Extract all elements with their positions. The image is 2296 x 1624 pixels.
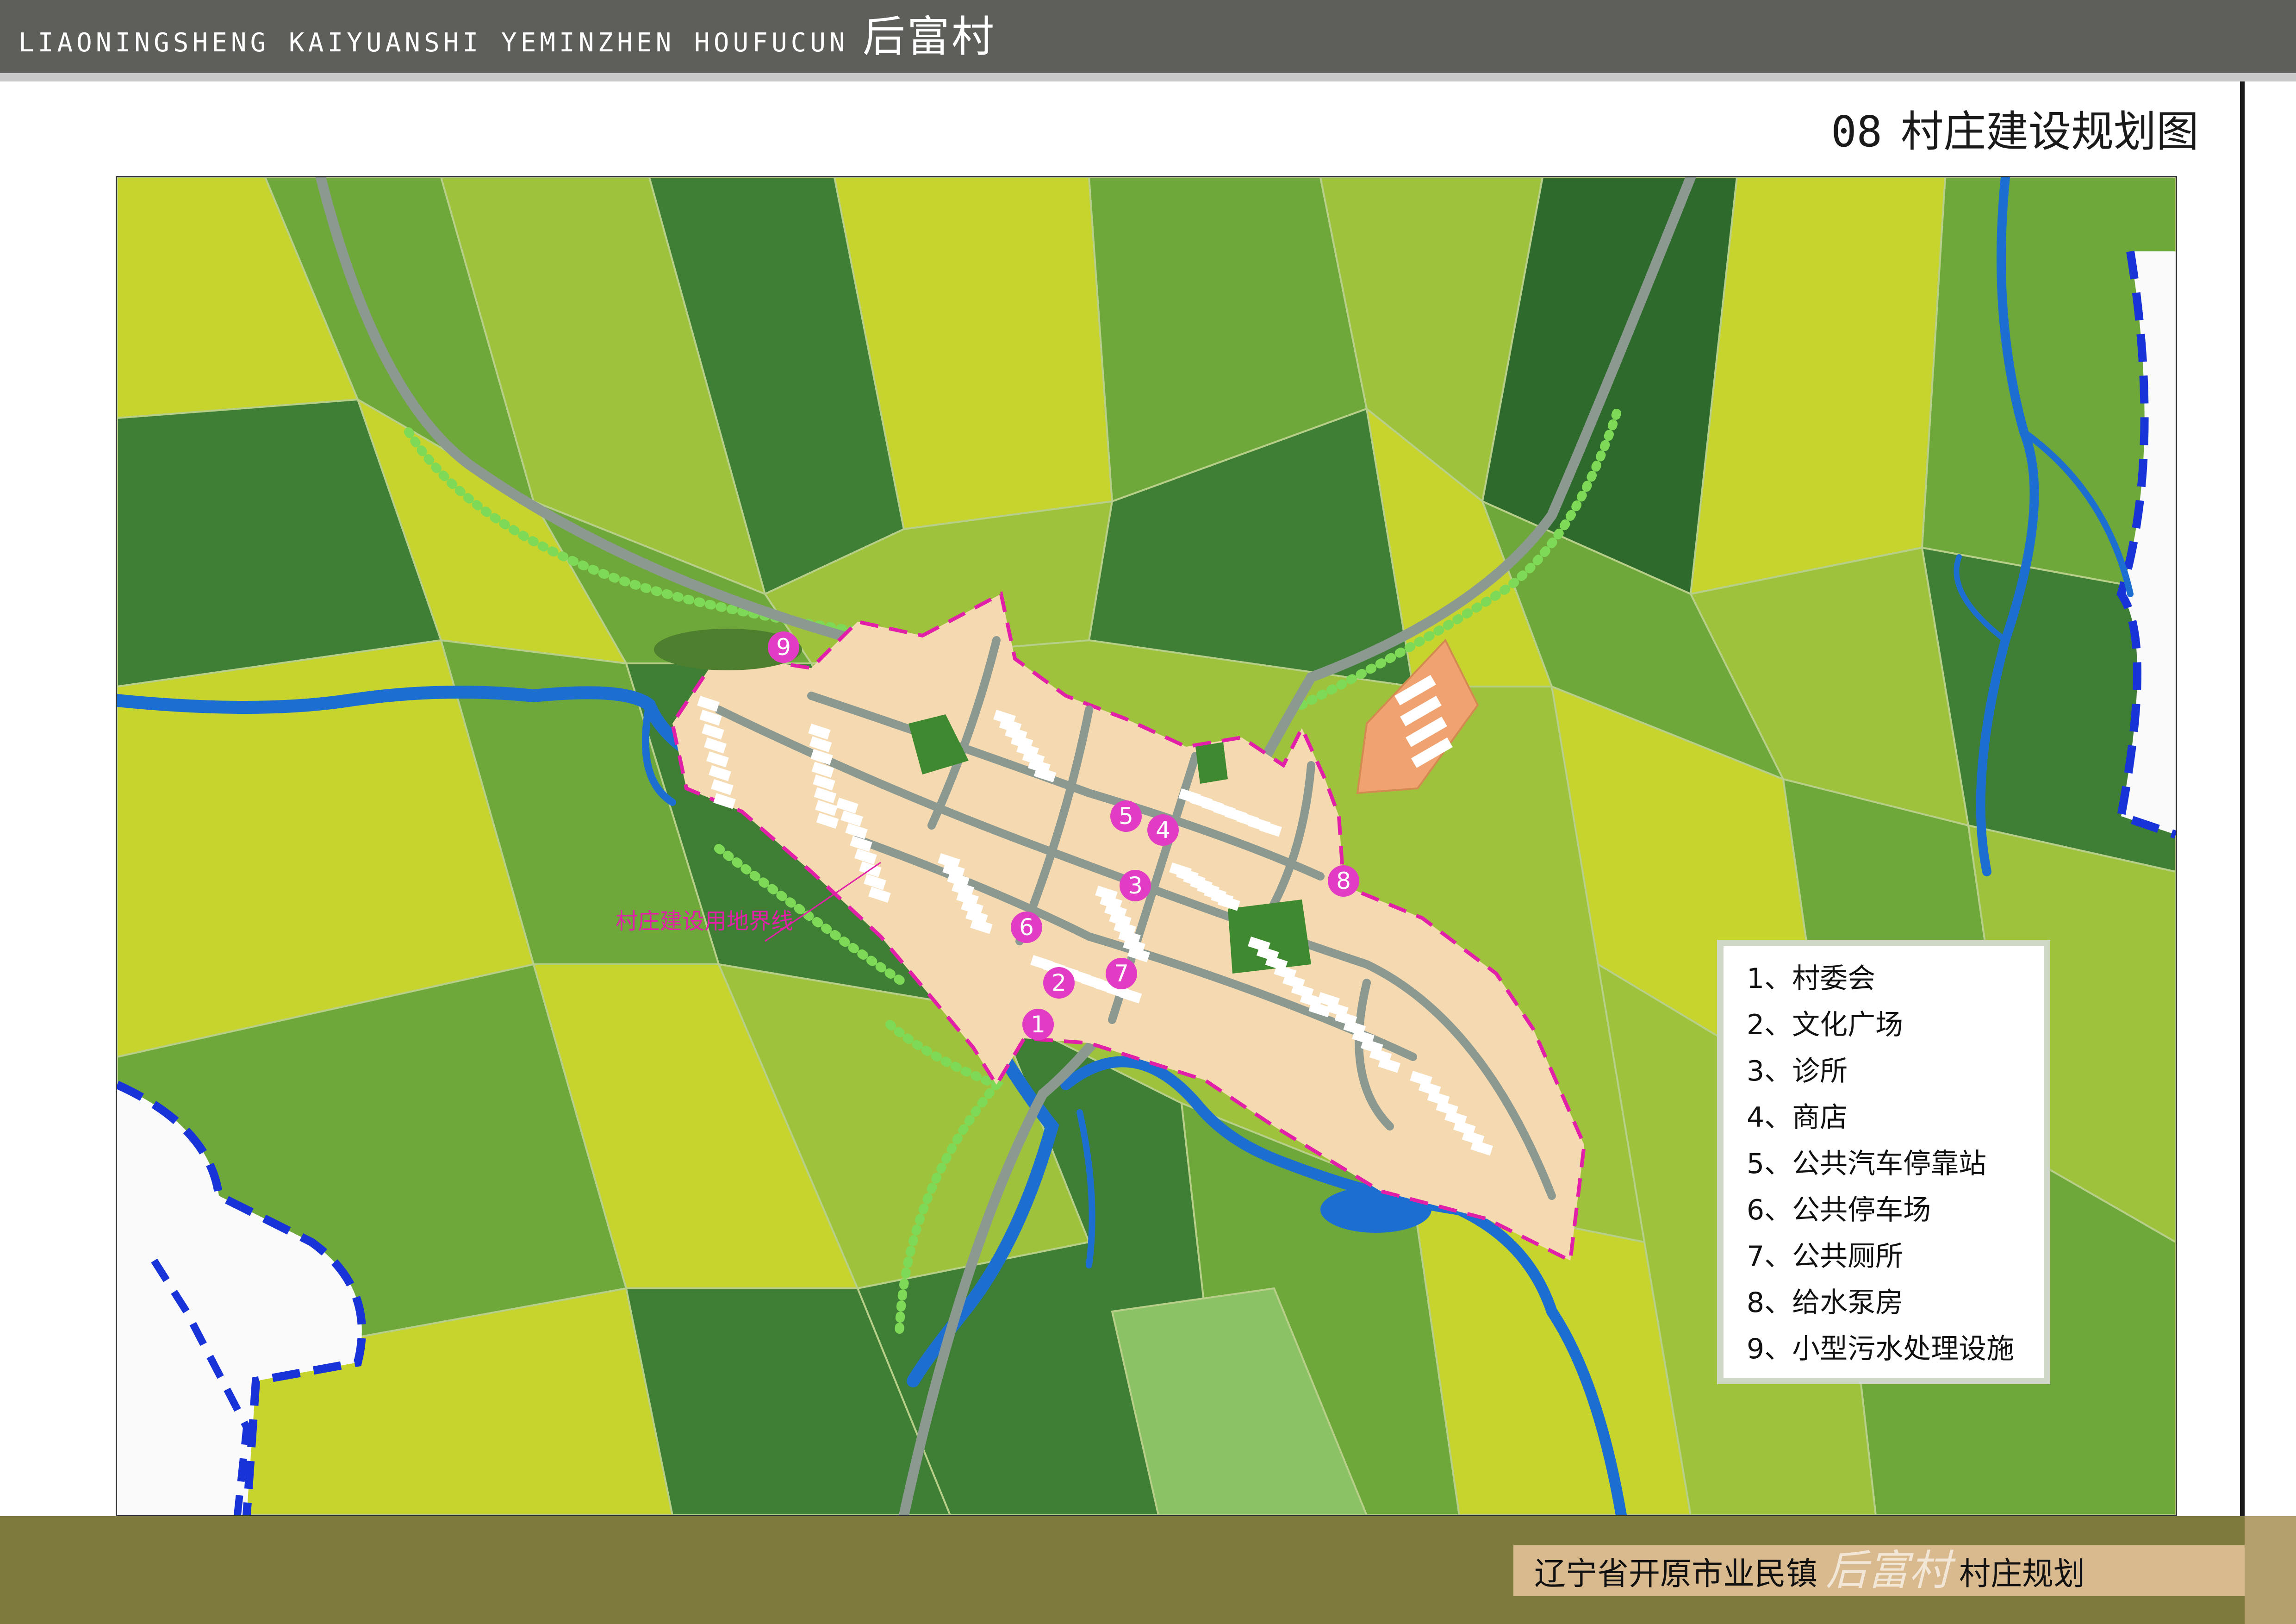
boundary-label: 村庄建设用地界线 bbox=[616, 908, 794, 934]
header-title: LIAONINGSHENG KAIYUANSHI YEMINZHEN HOUFU… bbox=[19, 14, 996, 66]
footer-location: 辽宁省开原市业民镇 bbox=[1534, 1556, 1818, 1593]
marker-2-label: 2 bbox=[1052, 969, 1066, 996]
marker-9-label: 9 bbox=[776, 634, 791, 661]
header-bar: LIAONINGSHENG KAIYUANSHI YEMINZHEN HOUFU… bbox=[0, 0, 2296, 81]
marker-5-label: 5 bbox=[1119, 803, 1133, 830]
marker-4-label: 4 bbox=[1156, 817, 1170, 843]
legend-item-bus-stop: 5、公共汽车停靠站 bbox=[1747, 1148, 1987, 1180]
marker-1-label: 1 bbox=[1031, 1011, 1045, 1038]
legend-item-water-pump-house: 8、给水泵房 bbox=[1747, 1287, 1904, 1319]
marker-8-label: 8 bbox=[1336, 868, 1351, 894]
page-title: 08 村庄建设规划图 bbox=[1831, 97, 2199, 159]
legend-item-sewage-treatment: 9、小型污水处理设施 bbox=[1747, 1333, 2015, 1365]
legend-panel: 1、村委会 2、文化广场 3、诊所 4、商店 5、公共汽车停靠站 6、公共停车场… bbox=[1717, 940, 2050, 1384]
footer-title-box: 辽宁省开原市业民镇 后富村 村庄规划 bbox=[1513, 1545, 2245, 1596]
village-green bbox=[1195, 742, 1228, 784]
legend-item-clinic: 3、诊所 bbox=[1747, 1055, 1848, 1087]
legend-item-village-committee: 1、村委会 bbox=[1747, 962, 1876, 995]
footer-accent-strip bbox=[2245, 1516, 2296, 1624]
page-title-number: 08 bbox=[1831, 107, 1882, 156]
legend-item-public-toilet: 7、公共厕所 bbox=[1747, 1240, 1904, 1273]
page-title-text: 村庄建设规划图 bbox=[1900, 107, 2199, 156]
legend-item-cultural-square: 2、文化广场 bbox=[1747, 1009, 1904, 1041]
legend-item-parking: 6、公共停车场 bbox=[1747, 1194, 1931, 1226]
legend-item-shop: 4、商店 bbox=[1747, 1101, 1848, 1134]
marker-7-label: 7 bbox=[1114, 960, 1129, 987]
header-pinyin: LIAONINGSHENG KAIYUANSHI YEMINZHEN HOUFU… bbox=[19, 28, 849, 58]
marker-6-label: 6 bbox=[1019, 914, 1034, 941]
header-village-name: 后富村 bbox=[862, 12, 996, 62]
footer-plan-label: 村庄规划 bbox=[1959, 1556, 2085, 1593]
marker-3-label: 3 bbox=[1128, 872, 1143, 899]
right-divider-line bbox=[2240, 81, 2245, 1624]
footer-village-name: 后富村 bbox=[1826, 1546, 1951, 1595]
